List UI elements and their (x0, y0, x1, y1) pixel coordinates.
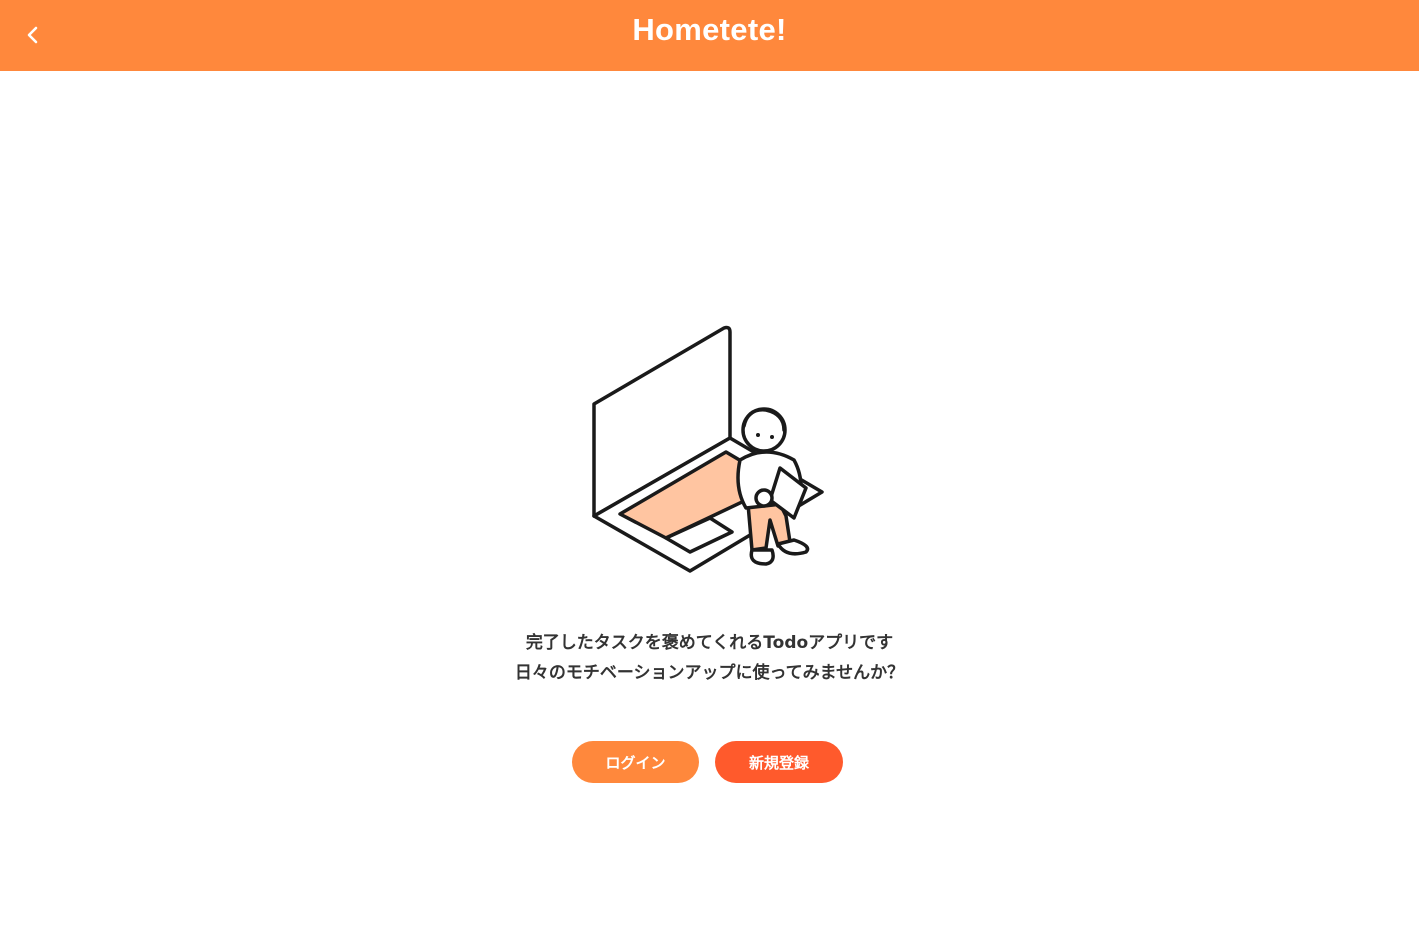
app-title: Hometete! (632, 12, 787, 47)
signup-button[interactable]: 新規登録 (715, 741, 843, 783)
tagline: 完了したタスクを褒めてくれるTodoアプリです 日々のモチベーションアップに使っ… (0, 628, 1419, 688)
person-sitting-on-laptop-illustration (592, 325, 824, 573)
tagline-line-2: 日々のモチベーションアップに使ってみませんか？ (514, 663, 905, 683)
tagline-line-1: 完了したタスクを褒めてくれるTodoアプリです (525, 633, 894, 653)
app-header: Hometete! (0, 0, 1419, 71)
login-button[interactable]: ログイン (572, 741, 699, 783)
